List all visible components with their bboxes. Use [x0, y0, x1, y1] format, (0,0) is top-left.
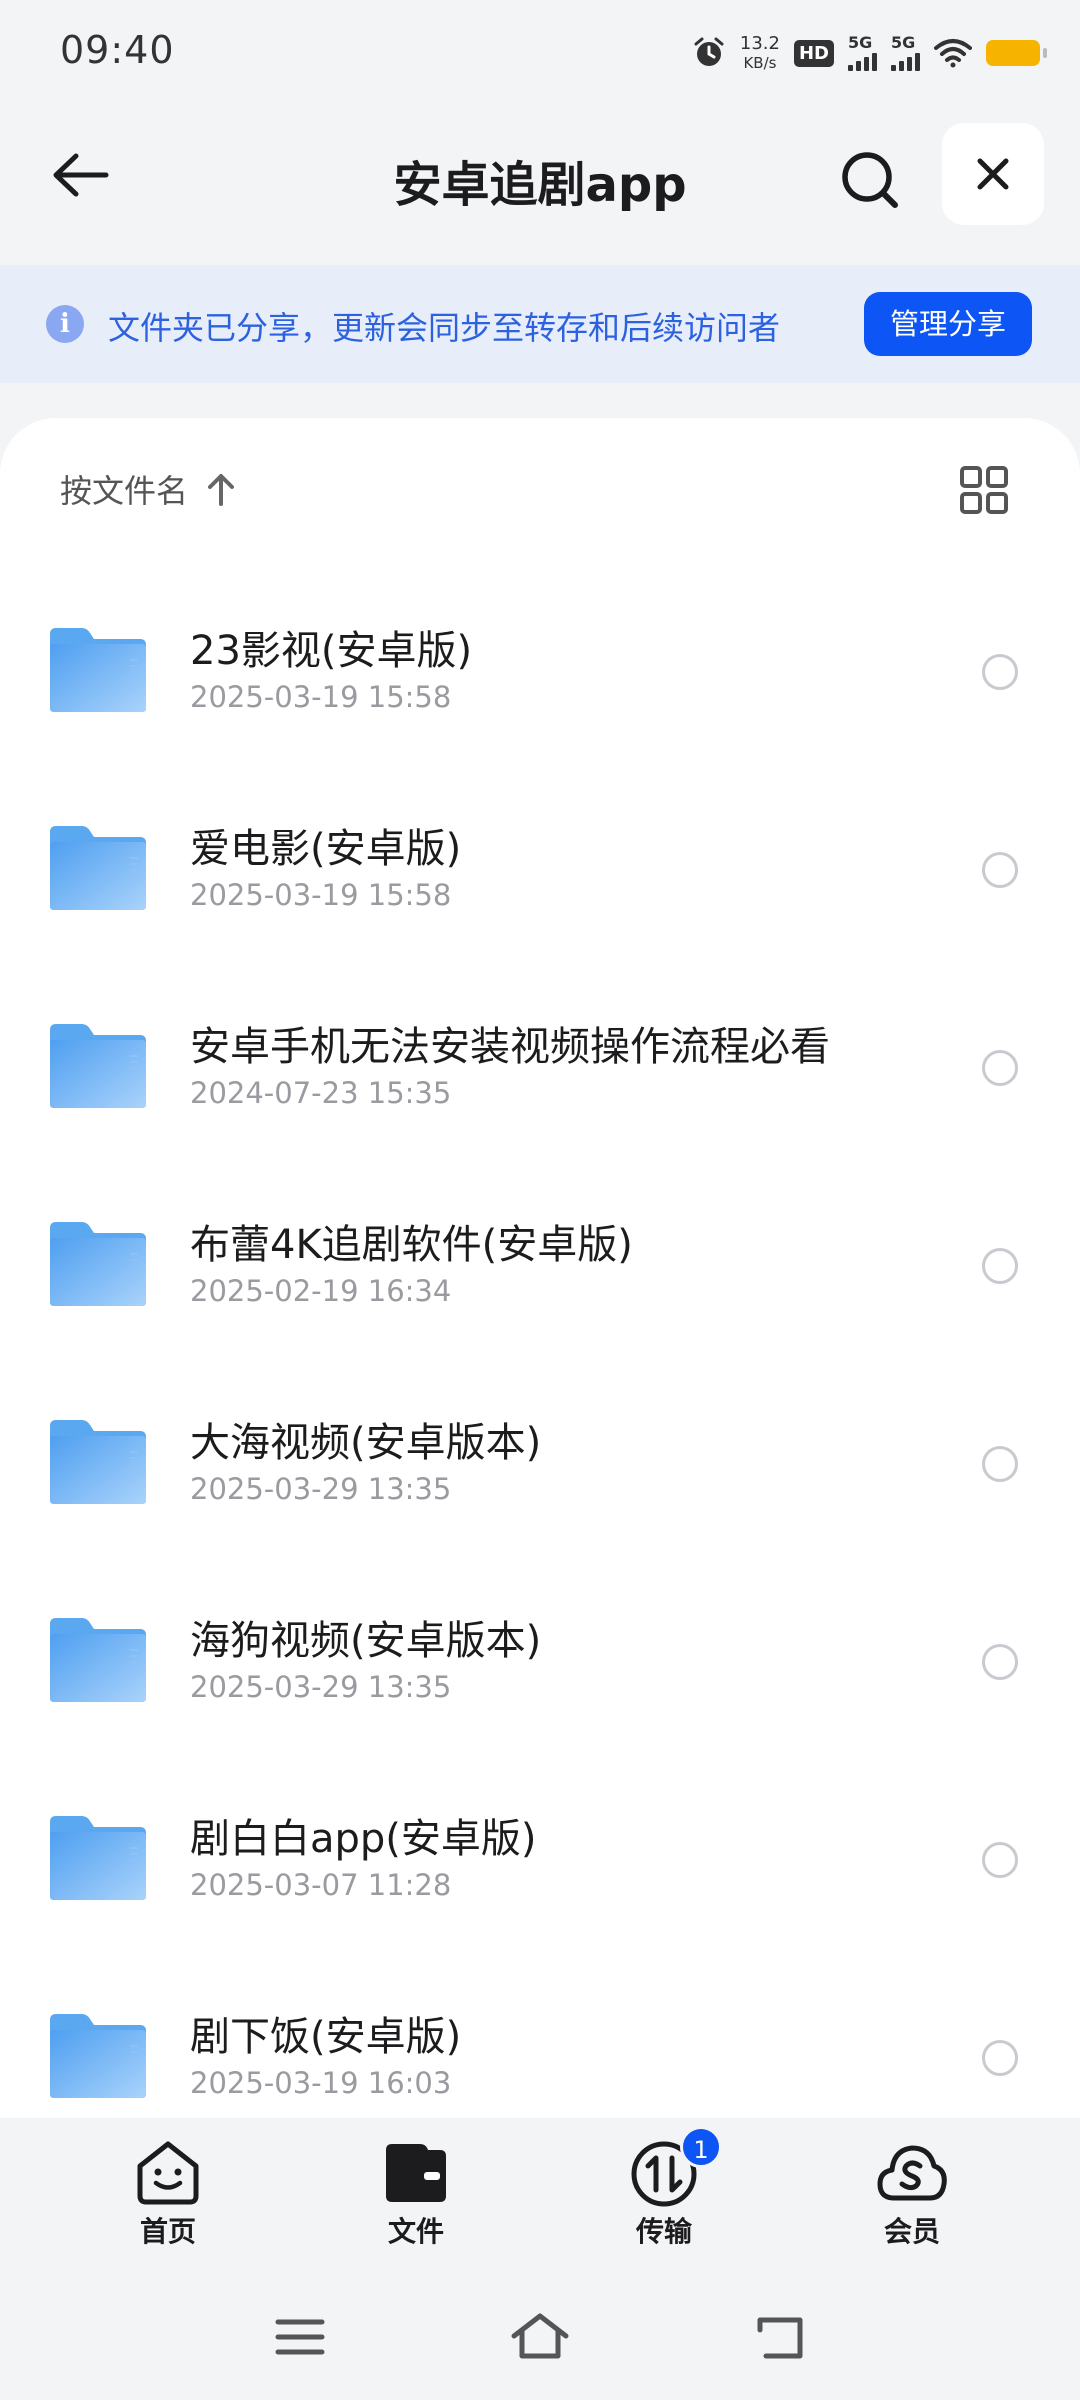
file-row[interactable]: 剧白白app(安卓版) 2025-03-07 11:28 [0, 1756, 1080, 1954]
select-checkbox[interactable] [982, 1842, 1018, 1878]
folder-wallet-icon [380, 2136, 452, 2208]
folder-icon [48, 1220, 148, 1308]
folder-icon [48, 1616, 148, 1704]
folder-icon [48, 2012, 148, 2100]
nav-transfer[interactable]: 1 传输 [594, 2126, 734, 2250]
grid-view-button[interactable] [956, 462, 1012, 518]
close-button[interactable] [942, 123, 1044, 225]
select-checkbox[interactable] [982, 1050, 1018, 1086]
file-date: 2025-03-19 16:03 [190, 2066, 452, 2100]
sim1-network-label: 5G [848, 33, 873, 52]
select-checkbox[interactable] [982, 2040, 1018, 2076]
transfer-icon: 1 [628, 2126, 722, 2208]
nav-files-label: 文件 [387, 2215, 444, 2248]
recents-button[interactable] [270, 2312, 330, 2362]
net-speed-unit: KB/s [743, 54, 777, 72]
info-icon: i [46, 305, 84, 343]
file-row[interactable]: 安卓手机无法安装视频操作流程必看 2024-07-23 15:35 [0, 964, 1080, 1162]
nav-vip-label: 会员 [883, 2215, 940, 2248]
alarm-icon [694, 37, 724, 66]
sim2-network-label: 5G [891, 33, 916, 52]
net-speed: 13.2 KB/s [740, 35, 780, 71]
file-row[interactable]: 布蕾4K追剧软件(安卓版) 2025-02-19 16:34 [0, 1162, 1080, 1360]
select-checkbox[interactable] [982, 654, 1018, 690]
home-icon [511, 2313, 569, 2359]
select-checkbox[interactable] [982, 1248, 1018, 1284]
nav-vip[interactable]: 会员 [842, 2136, 982, 2250]
search-icon [842, 152, 898, 208]
bottom-nav: 首页 文件 1 传输 会员 [0, 2118, 1080, 2268]
file-date: 2025-03-29 13:35 [190, 1472, 452, 1506]
select-checkbox[interactable] [982, 852, 1018, 888]
screen: 09:40 13.2 KB/s HD 5G 5G 安卓追剧app i 文件夹已分… [0, 0, 1080, 2400]
sort-label: 按文件名 [60, 472, 189, 510]
file-date: 2025-02-19 16:34 [190, 1274, 452, 1308]
file-date: 2025-03-19 15:58 [190, 878, 452, 912]
battery-icon [986, 40, 1047, 66]
net-speed-value: 13.2 [739, 33, 780, 54]
status-bar: 09:40 13.2 KB/s HD 5G 5G [0, 0, 1080, 105]
nav-home-label: 首页 [139, 2215, 196, 2248]
file-date: 2024-07-23 15:35 [190, 1076, 452, 1110]
share-notice-banner: i 文件夹已分享，更新会同步至转存和后续访问者 管理分享 [0, 265, 1080, 383]
manage-share-button[interactable]: 管理分享 [864, 292, 1032, 356]
file-row[interactable]: 爱电影(安卓版) 2025-03-19 15:58 [0, 766, 1080, 964]
sort-control[interactable]: 按文件名 [60, 466, 236, 512]
file-date: 2025-03-19 15:58 [190, 680, 452, 714]
home-face-icon [132, 2136, 204, 2208]
system-nav-bar [0, 2268, 1080, 2400]
select-checkbox[interactable] [982, 1644, 1018, 1680]
menu-icon [275, 2319, 325, 2355]
grid-view-icon [960, 466, 1008, 514]
file-row[interactable]: 23影视(安卓版) 2025-03-19 15:58 [0, 568, 1080, 766]
home-button[interactable] [510, 2312, 570, 2362]
back-return-icon [757, 2317, 803, 2359]
file-name: 剧白白app(安卓版) [190, 1816, 537, 1862]
nav-files[interactable]: 文件 [346, 2136, 486, 2250]
file-date: 2025-03-29 13:35 [190, 1670, 452, 1704]
folder-icon [48, 626, 148, 714]
file-name: 剧下饭(安卓版) [190, 2014, 462, 2060]
search-button[interactable] [830, 140, 910, 220]
cloud-vip-icon [876, 2136, 948, 2208]
wifi-icon [934, 39, 972, 68]
file-name: 爱电影(安卓版) [190, 826, 462, 872]
file-name: 安卓手机无法安装视频操作流程必看 [190, 1024, 830, 1070]
status-icons: 13.2 KB/s HD 5G 5G [692, 30, 1047, 76]
file-name: 布蕾4K追剧软件(安卓版) [190, 1222, 633, 1268]
file-name: 大海视频(安卓版本) [190, 1420, 542, 1466]
folder-icon [48, 824, 148, 912]
signal-sim2-icon: 5G [891, 35, 920, 71]
status-time: 09:40 [60, 28, 175, 72]
app-bar: 安卓追剧app [0, 115, 1080, 235]
file-name: 海狗视频(安卓版本) [190, 1618, 542, 1664]
share-notice-text: 文件夹已分享，更新会同步至转存和后续访问者 [108, 309, 781, 347]
nav-transfer-label: 传输 [635, 2215, 692, 2248]
page-title: 安卓追剧app [393, 157, 687, 213]
file-sheet: 按文件名 23影视(安卓版) 2025-03-19 15:58 爱电影(安卓版) 20… [0, 418, 1080, 2118]
folder-icon [48, 1814, 148, 1902]
folder-icon [48, 1022, 148, 1110]
file-list: 23影视(安卓版) 2025-03-19 15:58 爱电影(安卓版) 2025-03… [0, 568, 1080, 2152]
hd-voice-icon: HD [793, 39, 834, 67]
file-row[interactable]: 海狗视频(安卓版本) 2025-03-29 13:35 [0, 1558, 1080, 1756]
arrow-up-icon [208, 474, 235, 506]
file-row[interactable]: 大海视频(安卓版本) 2025-03-29 13:35 [0, 1360, 1080, 1558]
select-checkbox[interactable] [982, 1446, 1018, 1482]
nav-home[interactable]: 首页 [98, 2136, 238, 2250]
signal-sim1-icon: 5G [848, 35, 877, 71]
file-date: 2025-03-07 11:28 [190, 1868, 452, 1902]
close-icon [977, 158, 1009, 190]
folder-icon [48, 1418, 148, 1506]
transfer-count-badge: 1 [680, 2126, 722, 2168]
back-system-button[interactable] [750, 2312, 810, 2362]
file-name: 23影视(安卓版) [190, 628, 473, 674]
